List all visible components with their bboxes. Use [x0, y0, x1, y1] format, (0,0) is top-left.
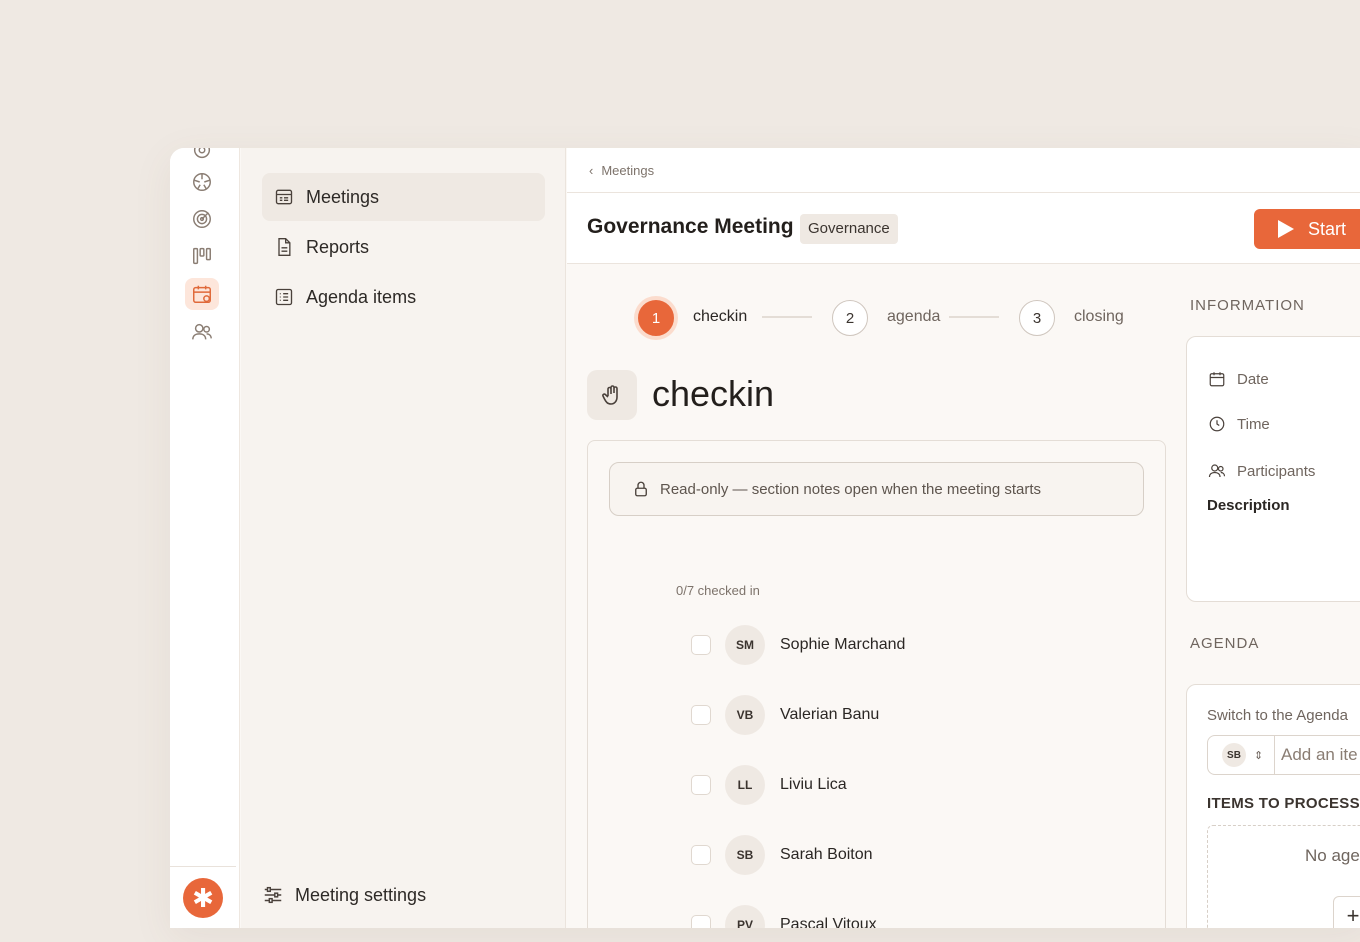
- meetings-icon: [275, 189, 293, 205]
- participant-name: Liviu Lica: [780, 776, 847, 793]
- rail-divider: [170, 866, 236, 867]
- step-1-label[interactable]: checkin: [693, 308, 747, 326]
- step-3-label[interactable]: closing: [1074, 308, 1124, 326]
- sidebar-item-reports[interactable]: Reports: [262, 223, 545, 271]
- readonly-text: Read-only — section notes open when the …: [660, 480, 1042, 498]
- items-to-process-label: ITEMS TO PROCESS: [1207, 795, 1360, 812]
- info-date-label: Date: [1237, 370, 1269, 388]
- chevron-updown-icon[interactable]: ⇕: [1254, 749, 1268, 762]
- avatar: PV: [725, 905, 765, 928]
- icon-rail: ✱: [170, 148, 240, 928]
- calendar-icon: [1209, 372, 1225, 387]
- avatar: LL: [725, 765, 765, 805]
- participant-row: VB Valerian Banu: [691, 695, 879, 735]
- page-title: Governance Meeting: [587, 215, 794, 238]
- empty-agenda-box: No age +: [1207, 825, 1360, 928]
- sidebar-item-label: Meetings: [306, 186, 380, 207]
- readonly-notice: Read-only — section notes open when the …: [609, 462, 1144, 516]
- participant-name: Pascal Vitoux: [780, 916, 877, 928]
- step-2[interactable]: 2: [832, 300, 868, 336]
- info-participants-label: Participants: [1237, 462, 1316, 480]
- checkin-card: Read-only — section notes open when the …: [587, 440, 1166, 928]
- start-label: Start: [1308, 218, 1347, 239]
- users-icon[interactable]: [185, 316, 219, 348]
- owner-avatar[interactable]: SB: [1222, 743, 1246, 767]
- start-meeting-button[interactable]: Start: [1254, 209, 1360, 249]
- sidebar-item-agenda-items[interactable]: Agenda items: [262, 273, 545, 321]
- info-time-label: Time: [1237, 415, 1270, 433]
- participant-row: PV Pascal Vitoux: [691, 905, 877, 928]
- breadcrumb: ‹ Meetings: [567, 148, 1360, 193]
- agenda-heading: AGENDA: [1190, 635, 1260, 652]
- main-content: ‹ Meetings Governance Meeting Governance…: [567, 148, 1360, 928]
- clock-icon: [1209, 416, 1225, 432]
- checked-in-count: 0/7 checked in: [676, 583, 760, 598]
- info-date: Date: [1208, 370, 1269, 388]
- target-icon[interactable]: [185, 203, 219, 235]
- sliders-icon: [264, 886, 282, 904]
- checkin-checkbox[interactable]: [691, 635, 711, 655]
- document-icon: [278, 238, 291, 256]
- information-card: Date Time Participants Description: [1186, 336, 1360, 602]
- step-connector: [762, 316, 812, 318]
- empty-agenda-text: No age: [1305, 846, 1360, 865]
- meeting-settings-label: Meeting settings: [295, 884, 427, 905]
- play-icon: [1278, 220, 1294, 238]
- meeting-type-tag: Governance: [800, 214, 898, 244]
- info-time: Time: [1208, 415, 1270, 433]
- meeting-settings-button[interactable]: Meeting settings: [262, 875, 426, 915]
- checkin-checkbox[interactable]: [691, 775, 711, 795]
- hand-icon: [587, 370, 637, 420]
- participant-name: Valerian Banu: [780, 706, 880, 723]
- step-connector: [949, 316, 999, 318]
- info-participants: Participants: [1208, 462, 1315, 480]
- participant-row: SM Sophie Marchand: [691, 625, 905, 665]
- kanban-icon[interactable]: [185, 240, 219, 272]
- agenda-card: Switch to the Agenda SB ⇕ Add an ite ITE…: [1186, 684, 1360, 928]
- partial-icon[interactable]: [185, 148, 219, 166]
- avatar: VB: [725, 695, 765, 735]
- users-icon: [1208, 464, 1226, 478]
- add-item-button[interactable]: +: [1333, 896, 1360, 928]
- participant-name: Sophie Marchand: [780, 636, 906, 653]
- step-3[interactable]: 3: [1019, 300, 1055, 336]
- app-logo[interactable]: ✱: [183, 878, 223, 918]
- sidebar-item-label: Reports: [306, 236, 370, 257]
- checkin-checkbox[interactable]: [691, 915, 711, 928]
- sidebar: Meetings Reports Agenda items Meeting se…: [241, 148, 566, 928]
- switch-agenda-link[interactable]: Switch to the Agenda: [1207, 707, 1348, 724]
- sidebar-item-meetings[interactable]: Meetings: [262, 173, 545, 221]
- participant-row: SB Sarah Boiton: [691, 835, 873, 875]
- avatar: SM: [725, 625, 765, 665]
- participant-name: Sarah Boiton: [780, 846, 873, 863]
- participant-row: LL Liviu Lica: [691, 765, 847, 805]
- sidebar-item-label: Agenda items: [306, 286, 417, 307]
- lock-icon: [635, 481, 647, 497]
- meeting-header: Governance Meeting Governance Start: [567, 193, 1360, 264]
- information-heading: INFORMATION: [1190, 297, 1305, 314]
- list-icon: [275, 288, 293, 306]
- app-window: ✱ Meetings Reports Agenda items Meeting …: [170, 148, 1360, 928]
- checkin-checkbox[interactable]: [691, 705, 711, 725]
- step-2-label[interactable]: agenda: [887, 308, 940, 326]
- add-agenda-item: SB ⇕ Add an ite: [1207, 735, 1360, 775]
- section-title: checkin: [652, 373, 775, 414]
- avatar: SB: [725, 835, 765, 875]
- step-1[interactable]: 1: [638, 300, 674, 336]
- add-item-input[interactable]: Add an ite: [1281, 745, 1358, 765]
- breadcrumb-link[interactable]: Meetings: [601, 163, 654, 178]
- divider: [1274, 735, 1275, 775]
- checkin-checkbox[interactable]: [691, 845, 711, 865]
- description-label: Description: [1207, 497, 1290, 514]
- chevron-left-icon[interactable]: ‹: [589, 163, 593, 178]
- calendar-icon[interactable]: [185, 278, 219, 310]
- ball-icon[interactable]: [185, 166, 219, 198]
